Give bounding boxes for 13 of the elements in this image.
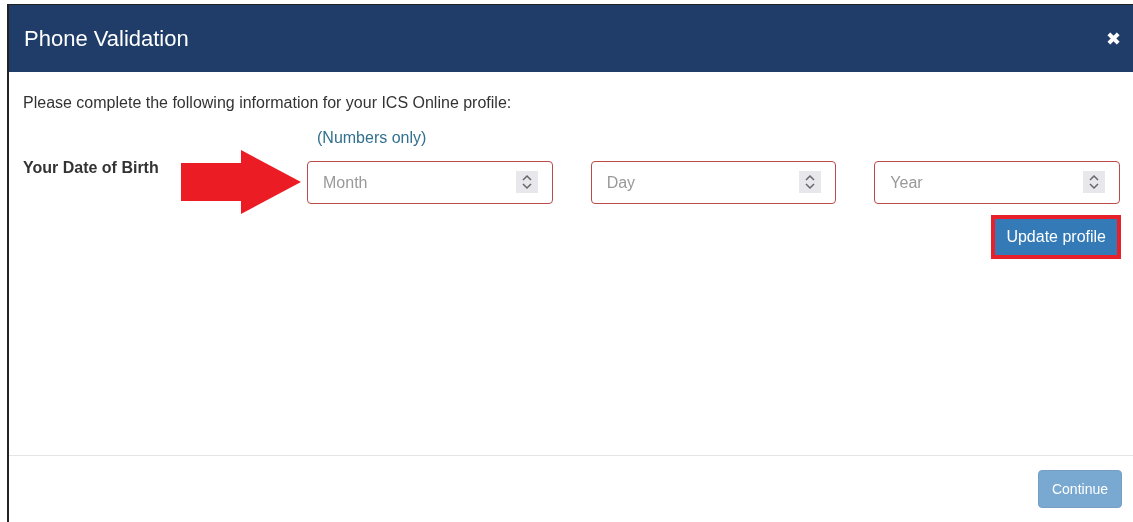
spinner-icon[interactable]: [799, 171, 822, 193]
number-field[interactable]: Year: [874, 161, 1120, 204]
number-field[interactable]: Day: [590, 161, 837, 204]
spinner-icon[interactable]: [515, 171, 538, 193]
arrow-icon: [181, 150, 301, 214]
close-button[interactable]: ✖: [1105, 28, 1121, 49]
dialog-title: Phone Validation: [24, 25, 189, 52]
update-profile-button[interactable]: Update profile: [995, 219, 1117, 255]
intro-text: Please complete the following information for your ICS Online profile:: [23, 94, 513, 112]
spinner-icon[interactable]: [1083, 171, 1105, 193]
field-label: Your Date of Birth: [23, 159, 160, 177]
hint-text: (Numbers only): [317, 129, 427, 147]
number-field[interactable]: Month: [307, 161, 553, 204]
